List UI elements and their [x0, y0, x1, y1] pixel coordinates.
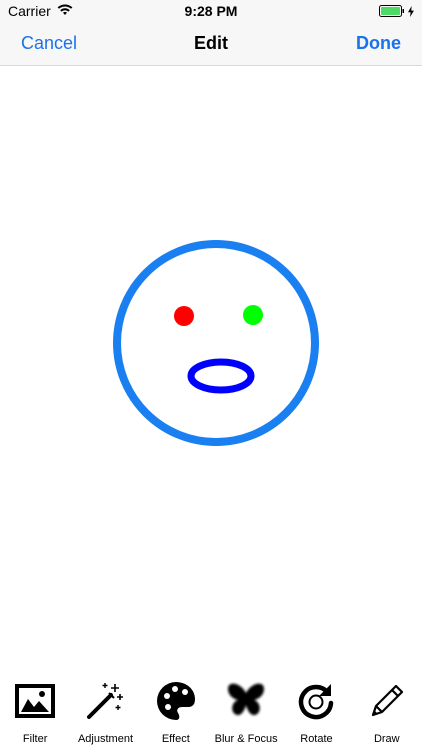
drawing-canvas[interactable]: [0, 67, 422, 670]
adjustment-tool[interactable]: Adjustment: [70, 670, 140, 745]
pencil-icon: [365, 679, 409, 723]
status-time: 9:28 PM: [184, 3, 238, 19]
palette-icon: [154, 679, 198, 723]
adjustment-label: Adjustment: [77, 733, 133, 745]
effect-label: Effect: [161, 733, 190, 745]
blur-focus-label: Blur & Focus: [214, 733, 278, 745]
image-icon: [13, 679, 57, 723]
magic-wand-icon: [83, 679, 127, 723]
draw-label: Draw: [373, 733, 400, 745]
blur-focus-tool[interactable]: Blur & Focus: [211, 670, 281, 745]
effect-tool[interactable]: Effect: [141, 670, 211, 745]
nav-bar: Edit Cancel Done: [0, 22, 422, 66]
charging-icon: [408, 4, 414, 22]
butterfly-icon: [224, 679, 268, 723]
done-button[interactable]: Done: [356, 33, 401, 54]
filter-label: Filter: [22, 733, 48, 745]
status-right: [379, 4, 414, 22]
battery-icon: [379, 4, 405, 22]
rotate-label: Rotate: [300, 733, 333, 745]
tool-bar: Filter Adjustment Effect Blur & Focus Ro…: [0, 670, 422, 750]
face-outline: [113, 240, 319, 446]
drawing-svg: [113, 240, 319, 446]
right-eye: [243, 305, 263, 325]
rotate-tool[interactable]: Rotate: [281, 670, 351, 745]
left-eye: [174, 306, 194, 326]
mouth: [187, 358, 255, 394]
draw-tool[interactable]: Draw: [352, 670, 422, 745]
status-bar: Carrier 9:28 PM: [0, 0, 422, 22]
filter-tool[interactable]: Filter: [0, 670, 70, 745]
rotate-icon: [294, 679, 338, 723]
cancel-button[interactable]: Cancel: [21, 33, 77, 54]
